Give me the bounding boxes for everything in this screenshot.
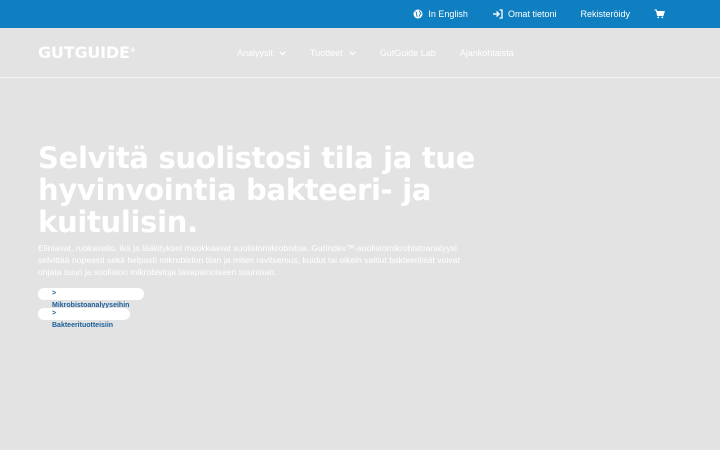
- nav-item-label: GutGuide Lab: [379, 48, 436, 58]
- cart-icon: [654, 9, 665, 19]
- sign-in-icon: [492, 9, 503, 19]
- nav-item-products[interactable]: Tuotteet: [310, 48, 356, 58]
- chevron-down-icon: [279, 50, 286, 56]
- nav-item-label: Ajankohtaista: [459, 48, 514, 58]
- nav-item-news[interactable]: Ajankohtaista: [460, 48, 514, 58]
- logo-trademark: ®: [129, 47, 136, 54]
- nav-item-analyses[interactable]: Analyysit: [237, 48, 286, 58]
- nav-item-label: Analyysit: [237, 48, 274, 58]
- language-switch-label: In English: [428, 9, 468, 19]
- my-account-label: Omat tietoni: [507, 9, 557, 19]
- bacteria-products-button[interactable]: > Bakteerituotteisiin: [38, 308, 130, 329]
- microbiome-analyses-button[interactable]: > Mikrobistoanalyyseihin: [38, 288, 144, 309]
- logo-text: GUTGUIDE: [38, 43, 130, 62]
- main-navbar: GUTGUIDE® Analyysit Tuotteet GutGuide La…: [0, 28, 720, 78]
- nav-item-gutguide-lab[interactable]: GutGuide Lab: [380, 48, 436, 58]
- register-link[interactable]: Rekisteröidy: [580, 9, 630, 19]
- my-account-link[interactable]: Omat tietoni: [492, 9, 557, 19]
- hero-section: Selvitä suolistosi tila ja tue hyvinvoin…: [38, 142, 478, 278]
- top-utility-bar: In English Omat tietoni Rekisteröidy: [0, 0, 720, 28]
- hero-title: Selvitä suolistosi tila ja tue hyvinvoin…: [38, 141, 476, 239]
- globe-icon: [413, 9, 423, 19]
- main-nav: Analyysit Tuotteet GutGuide Lab Ajankoht…: [237, 28, 538, 78]
- cart-button[interactable]: [654, 9, 670, 19]
- hero-description: Elintavat, ruokavalio, ikä ja lääkitykse…: [38, 243, 460, 277]
- register-label: Rekisteröidy: [580, 9, 630, 19]
- chevron-down-icon: [349, 50, 356, 56]
- nav-item-label: Tuotteet: [310, 48, 343, 58]
- language-switch-link[interactable]: In English: [413, 9, 468, 19]
- gutguide-logo[interactable]: GUTGUIDE®: [38, 43, 136, 63]
